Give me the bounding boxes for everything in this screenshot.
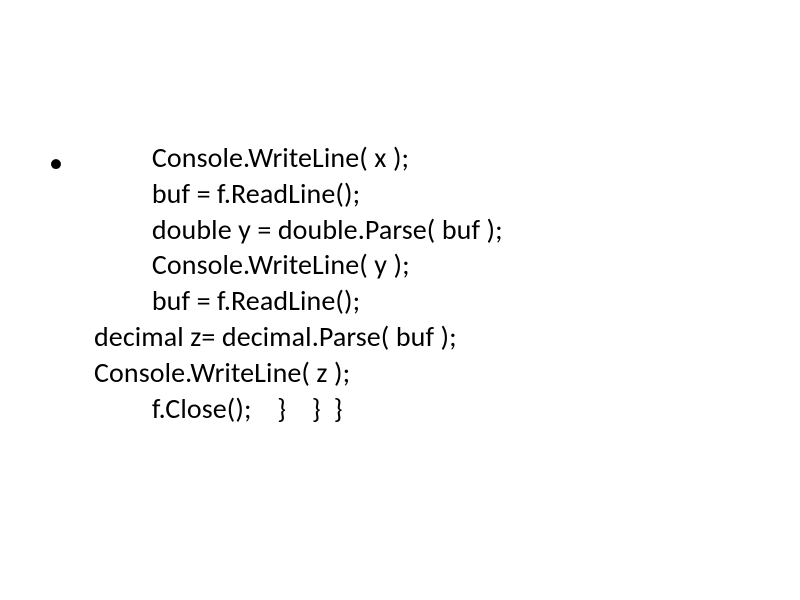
code-line: Console.WriteLine( y ); [94, 247, 410, 282]
code-line: Console.WriteLine( x ); [94, 140, 409, 175]
code-line: Console.WriteLine( z ); [94, 355, 350, 390]
code-line: buf = f.ReadLine(); [94, 176, 360, 211]
code-line: decimal z= decimal.Parse( buf ); [94, 319, 457, 354]
slide: • Console.WriteLine( x ); buf = f.ReadLi… [0, 0, 800, 600]
bullet-marker: • [49, 149, 63, 177]
code-line: double y = double.Parse( buf ); [94, 212, 503, 247]
code-line: f.Close(); } } } [94, 391, 343, 426]
code-line: buf = f.ReadLine(); [94, 283, 360, 318]
code-snippet: Console.WriteLine( x ); buf = f.ReadLine… [94, 140, 503, 427]
